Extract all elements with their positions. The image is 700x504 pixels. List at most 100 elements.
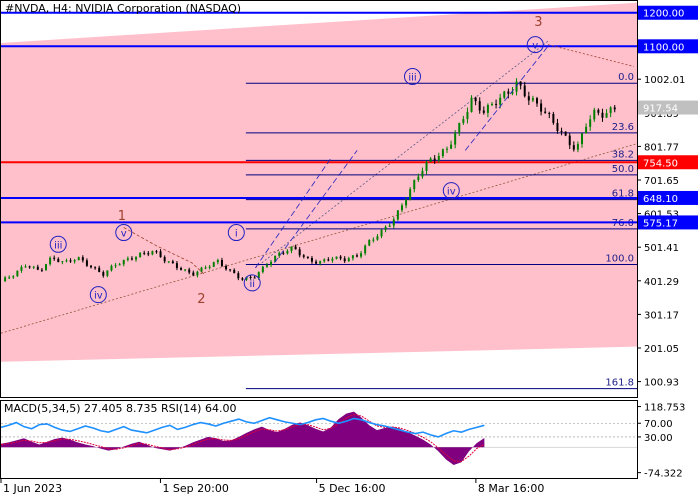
candle-body — [376, 236, 379, 240]
candle-body — [327, 259, 330, 261]
candle-body — [540, 103, 543, 112]
candle-body — [437, 155, 440, 161]
candle-body — [135, 257, 138, 260]
candle-body — [200, 267, 203, 272]
candle-body — [106, 270, 109, 276]
candle-body — [421, 170, 424, 177]
candle-body — [139, 252, 142, 258]
y-tick-label: 1002.01 — [644, 75, 685, 86]
wave-label: 3 — [534, 15, 542, 30]
x-tick-label: 1 Sep 20:00 — [162, 482, 228, 495]
candle-body — [585, 126, 588, 134]
price-level-tag-label: 648.10 — [643, 194, 678, 205]
candle-body — [282, 252, 285, 254]
candle-body — [306, 256, 309, 259]
candle-body — [581, 133, 584, 144]
candle-body — [241, 278, 244, 280]
candle-body — [32, 266, 35, 268]
wave-label: iii — [408, 73, 416, 84]
candle-body — [445, 148, 448, 150]
candle-body — [323, 259, 326, 262]
candle-body — [81, 257, 84, 261]
fib-level-label: 38.2 — [612, 149, 634, 160]
candle-body — [368, 240, 371, 246]
wave-label: v — [532, 41, 538, 52]
y-tick-label: 301.17 — [644, 310, 679, 321]
candle-body — [204, 267, 207, 269]
candle-body — [57, 258, 60, 263]
candle-body — [45, 264, 48, 270]
candle-body — [290, 246, 293, 251]
candle-body — [151, 251, 154, 255]
fib-level-label: 50.0 — [612, 164, 634, 175]
candle-body — [65, 260, 68, 262]
y-tick-label: 701.65 — [644, 176, 679, 187]
indicator-y-tick-label: -74.322 — [644, 469, 683, 480]
candle-body — [143, 252, 146, 254]
candle-body — [560, 130, 563, 132]
candle-body — [298, 249, 301, 256]
y-tick-label: 201.05 — [644, 344, 679, 355]
candle-body — [270, 261, 273, 265]
candle-body — [159, 251, 162, 258]
x-tick-label: 1 Jun 2023 — [3, 482, 62, 495]
candle-body — [122, 259, 125, 265]
candle-body — [126, 258, 129, 260]
candle-body — [171, 261, 174, 264]
candle-body — [388, 225, 391, 227]
candle-body — [417, 176, 420, 181]
candle-body — [261, 266, 264, 273]
candle-body — [552, 113, 555, 123]
candle-body — [302, 255, 305, 257]
candle-body — [147, 253, 150, 255]
candle-body — [167, 261, 170, 263]
fib-level-label: 23.6 — [612, 122, 634, 133]
candle-body — [466, 111, 469, 120]
candle-body — [486, 104, 489, 113]
candle-body — [110, 265, 113, 271]
candle-body — [499, 97, 502, 105]
candle-body — [212, 262, 215, 267]
wave-label: 2 — [197, 292, 205, 307]
candle-body — [102, 272, 105, 276]
candle-body — [527, 96, 530, 101]
wave-label: 1 — [118, 209, 126, 224]
current-price-label: 917.54 — [643, 104, 678, 115]
y-tick-label: 401.29 — [644, 277, 679, 288]
candle-body — [94, 267, 97, 269]
candle-body — [339, 256, 342, 259]
candle-body — [343, 258, 346, 262]
candle-body — [286, 250, 289, 254]
candle-body — [609, 107, 612, 114]
candle-body — [564, 131, 567, 136]
candle-body — [544, 111, 547, 113]
candle-body — [576, 143, 579, 150]
candle-body — [233, 269, 236, 274]
candle-body — [196, 271, 199, 276]
candle-body — [441, 149, 444, 156]
candle-body — [589, 119, 592, 127]
candle-body — [474, 97, 477, 102]
candle-body — [482, 110, 485, 113]
candle-body — [28, 266, 31, 268]
candle-body — [458, 122, 461, 134]
candle-body — [265, 264, 268, 267]
candle-body — [155, 251, 158, 253]
candle-body — [392, 219, 395, 226]
x-tick-label: 5 Dec 16:00 — [319, 482, 386, 495]
candle-body — [49, 257, 52, 265]
candle-body — [556, 122, 559, 131]
fib-level-label: 161.8 — [605, 378, 634, 389]
candle-body — [237, 273, 240, 279]
candle-body — [175, 263, 178, 269]
candle-body — [380, 229, 383, 237]
candle-body — [372, 239, 375, 241]
candle-body — [98, 267, 101, 273]
candle-body — [478, 101, 481, 111]
candle-body — [347, 258, 350, 262]
candle-body — [548, 112, 551, 114]
candle-body — [20, 266, 23, 271]
candle-body — [208, 266, 211, 268]
candle-body — [180, 268, 183, 270]
y-tick-label: 100.93 — [644, 378, 679, 389]
